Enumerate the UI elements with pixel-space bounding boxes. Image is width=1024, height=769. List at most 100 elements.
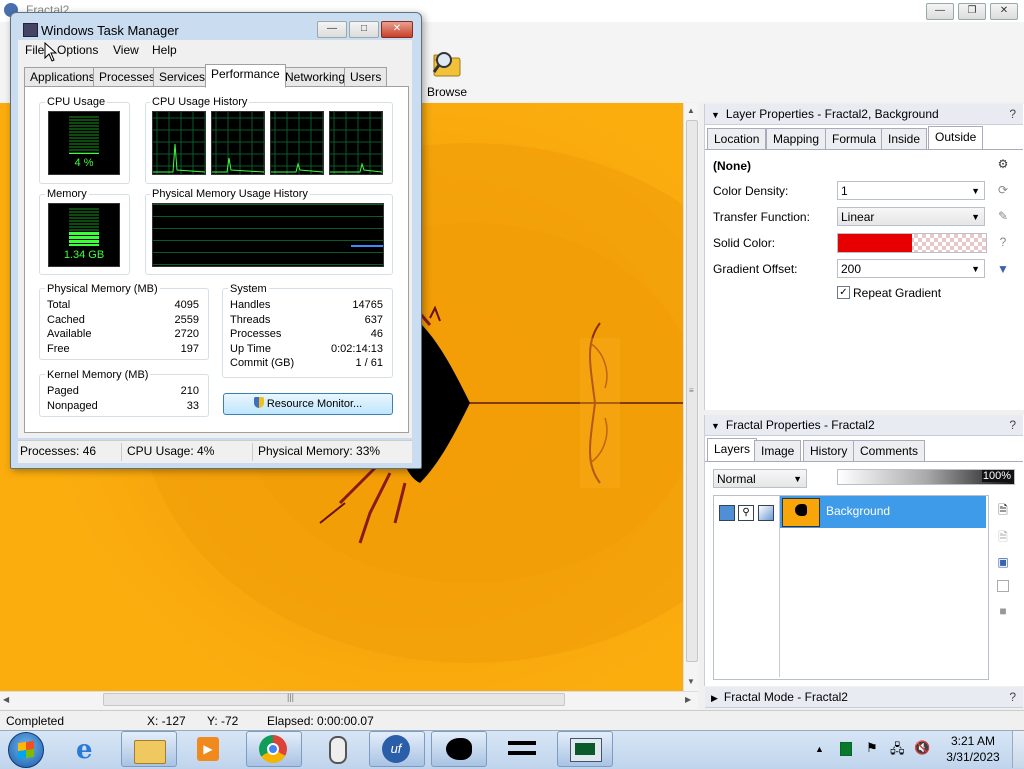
taskbar-explorer-button[interactable] [121, 731, 177, 767]
start-button[interactable] [6, 731, 44, 768]
blend-mode-select[interactable]: Normal ▼ [713, 469, 807, 488]
empty-layer-icon[interactable] [997, 580, 1009, 592]
add-mask-icon[interactable]: ▣ [997, 556, 1009, 568]
taskbar-media-player-button[interactable]: ▶ [181, 731, 237, 767]
layer-zoom-icon[interactable]: ⚲ [738, 505, 754, 521]
sys-uptime-value: 0:02:14:13 [331, 343, 383, 355]
tab-processes[interactable]: Processes [93, 67, 162, 87]
solid-color-fill [838, 234, 912, 252]
delete-layer-icon[interactable]: ■ [997, 605, 1009, 617]
menu-view[interactable]: View [113, 43, 139, 57]
gradient-offset-field[interactable]: 200 ▼ [837, 259, 985, 278]
transfer-function-value: Linear [841, 210, 875, 224]
tab-outside[interactable]: Outside [928, 126, 984, 150]
tm-maximize-button[interactable]: □ [349, 21, 379, 38]
help-icon[interactable]: ? [997, 236, 1009, 248]
mouse-cursor-icon [44, 42, 58, 62]
cpu-core-svg [153, 112, 206, 174]
menu-options[interactable]: Options [57, 43, 98, 57]
layer-row-background[interactable]: Background [780, 496, 986, 528]
help-icon[interactable]: ? [1009, 687, 1016, 707]
tab-comments[interactable]: Comments [853, 440, 926, 462]
task-manager-icon [570, 738, 602, 762]
taskbar-ultra-fractal-button[interactable]: uf [369, 731, 425, 767]
taskbar-chrome-button[interactable] [246, 731, 302, 767]
edit-transfer-icon[interactable]: ✎ [997, 210, 1009, 222]
browse-button[interactable]: Browse [424, 44, 470, 100]
menu-file[interactable]: File [25, 43, 44, 57]
tab-services[interactable]: Services [153, 67, 212, 87]
duplicate-layer-icon[interactable]: 🗎 [997, 531, 1009, 543]
app-close-button[interactable]: ✕ [990, 3, 1018, 20]
app-restore-button[interactable]: ❐ [958, 3, 986, 20]
tab-inside[interactable]: Inside [881, 128, 928, 150]
color-density-field[interactable]: 1 ▼ [837, 181, 985, 200]
action-center-flag-icon[interactable]: ⚑ [866, 740, 878, 756]
tab-networking[interactable]: Networking [279, 67, 352, 87]
app-minimize-button[interactable]: — [926, 3, 954, 20]
clock-date[interactable]: 3/31/2023 [945, 750, 1001, 764]
tray-app-icon[interactable] [840, 742, 852, 756]
scroll-right-icon[interactable]: ▶ [685, 695, 691, 704]
tab-performance[interactable]: Performance [205, 64, 286, 88]
scroll-left-icon[interactable]: ◀ [3, 695, 9, 704]
tab-mapping[interactable]: Mapping [766, 128, 827, 150]
tm-close-button[interactable]: ✕ [381, 21, 413, 38]
help-icon[interactable]: ? [1009, 104, 1016, 124]
clock-time[interactable]: 3:21 AM [945, 734, 1001, 748]
mouse-icon [329, 736, 347, 764]
scroll-up-icon[interactable]: ▲ [687, 106, 695, 115]
solid-color-swatch[interactable] [837, 233, 987, 253]
tm-minimize-button[interactable]: — [317, 21, 347, 38]
pm-free-value: 197 [180, 343, 199, 355]
tab-formula[interactable]: Formula [825, 128, 884, 150]
tab-users[interactable]: Users [344, 67, 388, 87]
menu-help[interactable]: Help [152, 43, 177, 57]
equals-icon-bar [508, 751, 536, 755]
tab-applications[interactable]: Applications [24, 67, 101, 87]
status-divider [252, 443, 253, 461]
status-x: X: -127 [147, 714, 186, 728]
layer-properties-header[interactable]: ▼ Layer Properties - Fractal2, Background… [705, 104, 1023, 125]
layer-mask-icon[interactable] [758, 505, 774, 521]
cpu-usage-label: CPU Usage [45, 96, 108, 108]
show-desktop-button[interactable] [1012, 731, 1024, 768]
chrome-center [267, 743, 279, 755]
opacity-slider[interactable]: 100% [837, 469, 1015, 485]
layer-visible-icon[interactable] [719, 505, 735, 521]
browse-coloring-icon[interactable]: ⚙ [997, 158, 1009, 170]
taskbar-mouse-button[interactable] [308, 731, 364, 767]
tab-layers[interactable]: Layers [707, 438, 758, 462]
refresh-icon[interactable]: ⟳ [997, 184, 1009, 196]
show-hidden-icons[interactable]: ▲ [815, 744, 824, 754]
sys-handles-value: 14765 [352, 299, 383, 311]
tab-location[interactable]: Location [707, 128, 767, 150]
fractal-mode-header[interactable]: ▶ Fractal Mode - Fractal2 ? [705, 687, 1023, 708]
repeat-gradient-checkbox[interactable]: ✓ [837, 286, 850, 299]
help-icon[interactable]: ? [1009, 415, 1016, 435]
taskbar-task-manager-button[interactable] [557, 731, 613, 767]
task-manager-status-bar: Processes: 46 CPU Usage: 4% Physical Mem… [18, 440, 412, 463]
tab-history[interactable]: History [803, 440, 855, 462]
canvas-horizontal-scroll-thumb[interactable]: ||| [103, 692, 565, 706]
transfer-function-select[interactable]: Linear ▼ [837, 207, 985, 226]
taskbar-fractal-window-button[interactable] [431, 731, 487, 767]
fractal-properties-header[interactable]: ▼ Fractal Properties - Fractal2 ? [705, 415, 1023, 436]
km-nonpaged-value: 33 [186, 400, 199, 412]
canvas-vertical-scroll-thumb[interactable]: ≡ [686, 120, 698, 662]
memory-history-hgrid [153, 204, 383, 266]
scroll-down-icon[interactable]: ▼ [687, 677, 695, 686]
sys-processes-label: Processes [230, 328, 282, 340]
memory-value: 1.34 GB [63, 249, 105, 261]
resource-monitor-button[interactable]: Resource Monitor... [223, 393, 393, 415]
taskbar-ie-button[interactable]: e [62, 731, 118, 767]
expand-down-icon[interactable]: ▼ [997, 263, 1009, 275]
tab-image[interactable]: Image [754, 440, 802, 462]
taskbar-equals-button[interactable] [494, 731, 550, 767]
pm-total-value: 4095 [174, 299, 199, 311]
network-icon[interactable]: 🖧 [890, 740, 905, 762]
new-layer-icon[interactable]: 🗎 [997, 504, 1009, 516]
volume-muted-icon[interactable]: 🔇 [914, 740, 930, 756]
sys-commit-value: 1 / 61 [355, 357, 383, 369]
sys-commit-label: Commit (GB) [230, 357, 295, 369]
